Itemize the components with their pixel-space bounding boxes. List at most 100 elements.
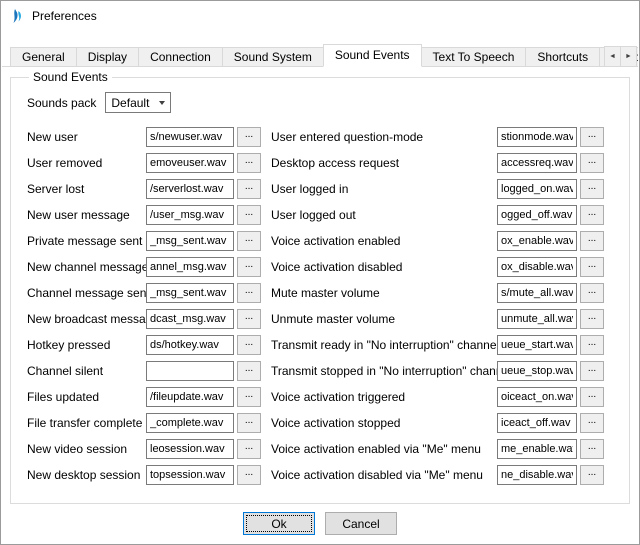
browse-button-hotkey-pressed[interactable]: ... — [237, 335, 261, 355]
sound-file-input-voice-activation-triggered[interactable] — [497, 387, 577, 407]
tab-text-to-speech[interactable]: Text To Speech — [421, 47, 527, 67]
tab-scroll-right-button[interactable]: ► — [620, 46, 637, 67]
sound-event-label-new-channel-message: New channel message — [27, 260, 146, 274]
browse-button-user-removed[interactable]: ... — [237, 153, 261, 173]
browse-button-file-transfer-complete[interactable]: ... — [237, 413, 261, 433]
sound-file-input-user-logged-in[interactable] — [497, 179, 577, 199]
browse-button-voice-activation-triggered[interactable]: ... — [580, 387, 604, 407]
sound-event-label-voice-activation-enabled-via-me-menu: Voice activation enabled via "Me" menu — [271, 442, 497, 456]
sound-event-row: Private message sent... — [27, 228, 271, 254]
sound-file-input-new-user-message[interactable] — [146, 205, 234, 225]
sound-file-input-voice-activation-disabled-via-me-menu[interactable] — [497, 465, 577, 485]
browse-button-voice-activation-enabled-via-me-menu[interactable]: ... — [580, 439, 604, 459]
browse-button-new-broadcast-message[interactable]: ... — [237, 309, 261, 329]
preferences-window: Preferences GeneralDisplayConnectionSoun… — [0, 0, 640, 545]
sound-event-label-transmit-stopped-in-no-interruption-channel: Transmit stopped in "No interruption" ch… — [271, 364, 497, 378]
sound-event-row: New channel message... — [27, 254, 271, 280]
sound-event-label-voice-activation-stopped: Voice activation stopped — [271, 416, 497, 430]
sound-file-input-channel-silent[interactable] — [146, 361, 234, 381]
sound-file-input-voice-activation-enabled[interactable] — [497, 231, 577, 251]
sounds-pack-select[interactable]: Default — [105, 92, 171, 113]
sound-file-input-new-video-session[interactable] — [146, 439, 234, 459]
sounds-pack-value: Default — [111, 96, 149, 110]
sound-file-input-new-broadcast-message[interactable] — [146, 309, 234, 329]
sound-event-row: Voice activation triggered... — [271, 384, 617, 410]
sound-event-label-channel-message-sent: Channel message sent — [27, 286, 146, 300]
sound-events-group: Sound Events Sounds pack Default New use… — [10, 70, 630, 504]
cancel-button[interactable]: Cancel — [325, 512, 397, 535]
sound-file-input-mute-master-volume[interactable] — [497, 283, 577, 303]
browse-button-mute-master-volume[interactable]: ... — [580, 283, 604, 303]
browse-button-voice-activation-disabled[interactable]: ... — [580, 257, 604, 277]
sound-file-input-user-entered-question-mode[interactable] — [497, 127, 577, 147]
ok-button[interactable]: Ok — [243, 512, 315, 535]
sound-file-input-files-updated[interactable] — [146, 387, 234, 407]
browse-button-desktop-access-request[interactable]: ... — [580, 153, 604, 173]
sound-file-input-voice-activation-stopped[interactable] — [497, 413, 577, 433]
sound-event-row: Channel silent... — [27, 358, 271, 384]
sound-file-input-transmit-stopped-in-no-interruption-channel[interactable] — [497, 361, 577, 381]
sound-event-label-hotkey-pressed: Hotkey pressed — [27, 338, 146, 352]
sound-event-label-file-transfer-complete: File transfer complete — [27, 416, 146, 430]
chevron-down-icon — [159, 101, 165, 105]
sound-event-label-files-updated: Files updated — [27, 390, 146, 404]
sound-file-input-file-transfer-complete[interactable] — [146, 413, 234, 433]
sound-event-row: Voice activation enabled via "Me" menu..… — [271, 436, 617, 462]
browse-button-channel-message-sent[interactable]: ... — [237, 283, 261, 303]
sound-file-input-new-user[interactable] — [146, 127, 234, 147]
browse-button-voice-activation-enabled[interactable]: ... — [580, 231, 604, 251]
sound-file-input-voice-activation-enabled-via-me-menu[interactable] — [497, 439, 577, 459]
tab-connection[interactable]: Connection — [138, 47, 223, 67]
browse-button-new-video-session[interactable]: ... — [237, 439, 261, 459]
sound-file-input-unmute-master-volume[interactable] — [497, 309, 577, 329]
sound-event-row: Mute master volume... — [271, 280, 617, 306]
tab-display[interactable]: Display — [76, 47, 139, 67]
sound-event-row: New desktop session... — [27, 462, 271, 488]
browse-button-user-logged-in[interactable]: ... — [580, 179, 604, 199]
sound-file-input-user-removed[interactable] — [146, 153, 234, 173]
sound-file-input-desktop-access-request[interactable] — [497, 153, 577, 173]
app-icon — [9, 8, 25, 24]
sound-event-row: New user message... — [27, 202, 271, 228]
tab-sound-system[interactable]: Sound System — [222, 47, 324, 67]
sound-event-row: User logged in... — [271, 176, 617, 202]
browse-button-files-updated[interactable]: ... — [237, 387, 261, 407]
group-title: Sound Events — [29, 70, 112, 84]
browse-button-server-lost[interactable]: ... — [237, 179, 261, 199]
tab-scroll-left-button[interactable]: ◄ — [604, 46, 621, 67]
sounds-pack-label: Sounds pack — [27, 96, 96, 110]
sound-file-input-channel-message-sent[interactable] — [146, 283, 234, 303]
sound-file-input-server-lost[interactable] — [146, 179, 234, 199]
sound-file-input-user-logged-out[interactable] — [497, 205, 577, 225]
sound-file-input-hotkey-pressed[interactable] — [146, 335, 234, 355]
tab-shortcuts[interactable]: Shortcuts — [525, 47, 600, 67]
browse-button-voice-activation-disabled-via-me-menu[interactable]: ... — [580, 465, 604, 485]
browse-button-user-entered-question-mode[interactable]: ... — [580, 127, 604, 147]
titlebar: Preferences — [1, 1, 639, 31]
right-column: User entered question-mode...Desktop acc… — [271, 124, 617, 488]
browse-button-new-user-message[interactable]: ... — [237, 205, 261, 225]
browse-button-unmute-master-volume[interactable]: ... — [580, 309, 604, 329]
tab-bar: GeneralDisplayConnectionSound SystemSoun… — [10, 44, 638, 67]
browse-button-transmit-stopped-in-no-interruption-channel[interactable]: ... — [580, 361, 604, 381]
sound-file-input-voice-activation-disabled[interactable] — [497, 257, 577, 277]
tab-general[interactable]: General — [10, 47, 77, 67]
browse-button-transmit-ready-in-no-interruption-channel[interactable]: ... — [580, 335, 604, 355]
browse-button-new-channel-message[interactable]: ... — [237, 257, 261, 277]
browse-button-voice-activation-stopped[interactable]: ... — [580, 413, 604, 433]
sound-event-label-new-broadcast-message: New broadcast message — [27, 312, 146, 326]
browse-button-channel-silent[interactable]: ... — [237, 361, 261, 381]
browse-button-new-desktop-session[interactable]: ... — [237, 465, 261, 485]
sound-event-row: Desktop access request... — [271, 150, 617, 176]
sound-file-input-transmit-ready-in-no-interruption-channel[interactable] — [497, 335, 577, 355]
tab-sound-events[interactable]: Sound Events — [323, 44, 422, 67]
sound-event-label-new-user-message: New user message — [27, 208, 146, 222]
browse-button-new-user[interactable]: ... — [237, 127, 261, 147]
browse-button-user-logged-out[interactable]: ... — [580, 205, 604, 225]
browse-button-private-message-sent[interactable]: ... — [237, 231, 261, 251]
sound-file-input-new-channel-message[interactable] — [146, 257, 234, 277]
sound-event-row: User logged out... — [271, 202, 617, 228]
sound-file-input-private-message-sent[interactable] — [146, 231, 234, 251]
sound-file-input-new-desktop-session[interactable] — [146, 465, 234, 485]
sound-event-label-server-lost: Server lost — [27, 182, 146, 196]
